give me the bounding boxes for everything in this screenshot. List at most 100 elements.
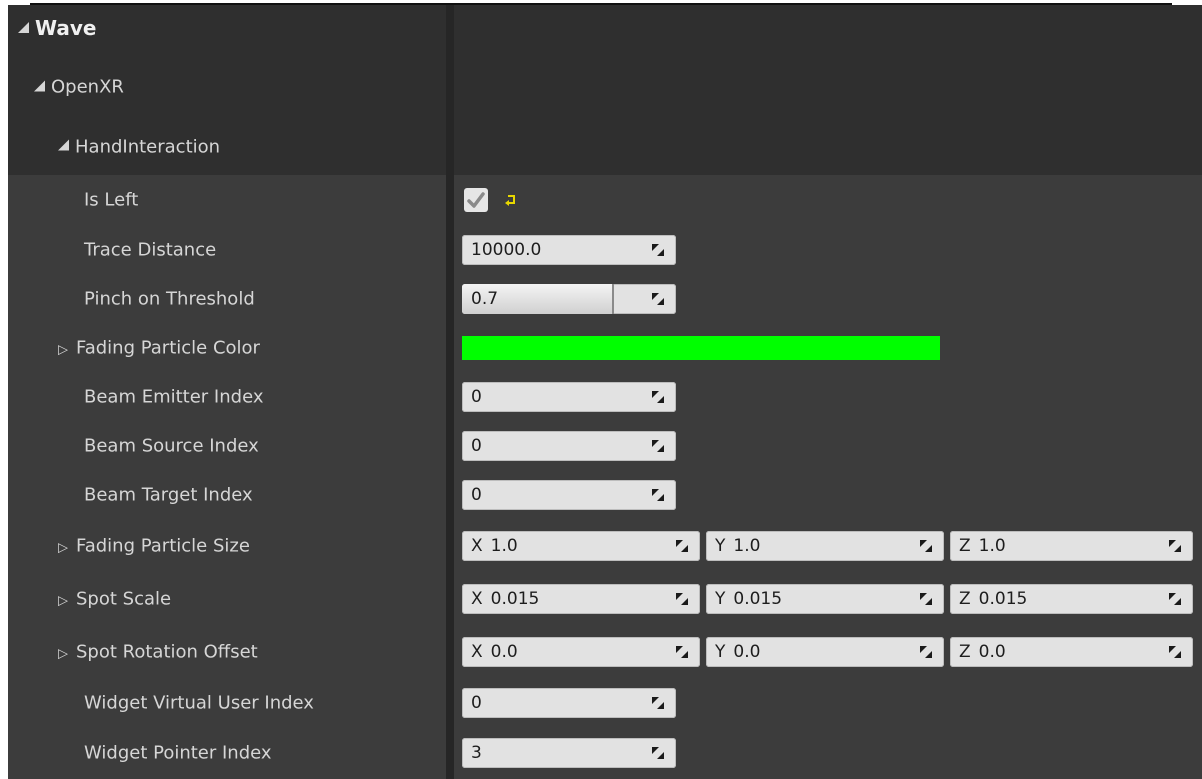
spot-rotation-offset-x-field[interactable]: X 0.0 (462, 636, 700, 667)
expanded-arrow-icon[interactable] (18, 22, 29, 33)
spot-scale-z-field[interactable]: Z 0.015 (950, 583, 1193, 614)
is-left-checkbox[interactable] (464, 188, 488, 212)
category-openxr[interactable]: OpenXR (8, 56, 1202, 119)
drag-spin-icon[interactable] (918, 644, 934, 660)
expanded-arrow-icon[interactable] (34, 80, 45, 91)
spot-scale-x-field[interactable]: X 0.015 (462, 583, 700, 614)
property-label: Pinch on Threshold (84, 288, 255, 309)
property-beam-source-index: Beam Source Index 0 (8, 421, 1202, 470)
column-splitter[interactable] (446, 470, 454, 519)
column-splitter[interactable] (446, 118, 454, 175)
drag-spin-icon[interactable] (650, 745, 666, 761)
category-openxr-text: OpenXR (51, 76, 124, 98)
property-value: 10000.0 (454, 225, 1202, 274)
property-spot-scale: ▷ Spot Scale X 0.015 Y 0.015 Z 0.015 (8, 572, 1202, 625)
spot-rotation-offset-z-field[interactable]: Z 0.0 (950, 636, 1193, 667)
beam-emitter-index-field[interactable]: 0 (462, 381, 676, 412)
property-name: Widget Pointer Index (8, 727, 446, 779)
axis-label-x: X (471, 641, 483, 662)
property-value: X 1.0 Y 1.0 Z 1.0 (454, 519, 1202, 572)
expanded-arrow-icon[interactable] (58, 139, 69, 151)
column-splitter[interactable] (446, 625, 454, 678)
field-value: 0 (471, 435, 482, 456)
drag-spin-icon[interactable] (650, 389, 666, 405)
property-name: Is Left (8, 175, 446, 225)
column-splitter[interactable] (446, 225, 454, 274)
property-value: 0 (454, 421, 1202, 470)
beam-source-index-field[interactable]: 0 (462, 430, 676, 461)
fading-particle-size-z-field[interactable]: Z 1.0 (950, 530, 1193, 561)
drag-spin-icon[interactable] (650, 438, 666, 454)
trace-distance-field[interactable]: 10000.0 (462, 234, 676, 265)
fading-particle-size-x-field[interactable]: X 1.0 (462, 530, 700, 561)
column-splitter[interactable] (446, 519, 454, 572)
column-splitter[interactable] (446, 727, 454, 779)
top-edge (0, 0, 1202, 5)
drag-spin-icon[interactable] (674, 644, 690, 660)
drag-spin-icon[interactable] (650, 695, 666, 711)
property-label-text: Spot Rotation Offset (76, 641, 258, 662)
column-splitter[interactable] (446, 274, 454, 323)
checkmark-icon (467, 192, 485, 208)
column-splitter[interactable] (446, 175, 454, 225)
collapsed-arrow-icon[interactable]: ▷ (58, 540, 68, 555)
property-fading-particle-size: ▷ Fading Particle Size X 1.0 Y 1.0 Z 1.0 (8, 519, 1202, 572)
property-label: Widget Pointer Index (84, 742, 272, 764)
column-splitter[interactable] (446, 572, 454, 625)
property-label: ▷ Fading Particle Color (58, 337, 260, 358)
collapsed-arrow-icon[interactable]: ▷ (58, 646, 68, 661)
category-wave[interactable]: Wave (8, 0, 1202, 57)
collapsed-arrow-icon[interactable]: ▷ (58, 593, 68, 608)
pinch-threshold-slider[interactable]: 0.7 (462, 283, 676, 314)
field-value: 1.0 (733, 535, 761, 556)
field-value: 0.0 (978, 641, 1006, 662)
property-name: Beam Source Index (8, 421, 446, 470)
category-wave-value (454, 0, 1202, 56)
property-label: ▷ Spot Scale (58, 588, 171, 609)
column-splitter[interactable] (446, 678, 454, 727)
column-splitter[interactable] (446, 56, 454, 118)
widget-virtual-user-index-field[interactable]: 0 (462, 687, 676, 718)
beam-target-index-field[interactable]: 0 (462, 479, 676, 510)
fading-particle-size-y-field[interactable]: Y 1.0 (706, 530, 944, 561)
property-name: ▷ Fading Particle Color (8, 323, 446, 372)
property-label: Beam Source Index (84, 435, 259, 456)
drag-spin-icon[interactable] (1167, 591, 1183, 607)
category-handinteraction[interactable]: HandInteraction (8, 118, 1202, 176)
column-splitter[interactable] (446, 421, 454, 470)
property-value: 3 (454, 727, 1202, 779)
drag-spin-icon[interactable] (650, 487, 666, 503)
category-wave-label: Wave (18, 16, 96, 40)
property-name: Trace Distance (8, 225, 446, 274)
drag-spin-icon[interactable] (650, 242, 666, 258)
property-value: 0 (454, 470, 1202, 519)
property-fading-particle-color: ▷ Fading Particle Color (8, 323, 1202, 372)
property-label: ▷ Fading Particle Size (58, 535, 250, 556)
drag-spin-icon[interactable] (918, 591, 934, 607)
drag-spin-icon[interactable] (650, 291, 666, 307)
property-label: Widget Virtual User Index (84, 692, 314, 713)
axis-label-y: Y (715, 588, 726, 609)
field-value: 0.0 (733, 641, 761, 662)
column-splitter[interactable] (446, 0, 454, 56)
widget-pointer-index-field[interactable]: 3 (462, 738, 676, 768)
drag-spin-icon[interactable] (1167, 538, 1183, 554)
color-swatch[interactable] (462, 335, 940, 360)
spot-rotation-offset-y-field[interactable]: Y 0.0 (706, 636, 944, 667)
spot-scale-y-field[interactable]: Y 0.015 (706, 583, 944, 614)
axis-label-z: Z (959, 588, 971, 609)
drag-spin-icon[interactable] (674, 538, 690, 554)
property-widget-virtual-user-index: Widget Virtual User Index 0 (8, 678, 1202, 727)
property-label-text: Fading Particle Size (76, 535, 250, 556)
category-wave-name: Wave (8, 0, 446, 56)
property-label: Beam Emitter Index (84, 386, 264, 407)
column-splitter[interactable] (446, 372, 454, 421)
left-edge (0, 0, 8, 779)
drag-spin-icon[interactable] (918, 538, 934, 554)
field-value: 0 (471, 386, 482, 407)
column-splitter[interactable] (446, 323, 454, 372)
collapsed-arrow-icon[interactable]: ▷ (58, 342, 68, 357)
drag-spin-icon[interactable] (1167, 644, 1183, 660)
drag-spin-icon[interactable] (674, 591, 690, 607)
reset-to-default-icon[interactable] (504, 193, 518, 207)
